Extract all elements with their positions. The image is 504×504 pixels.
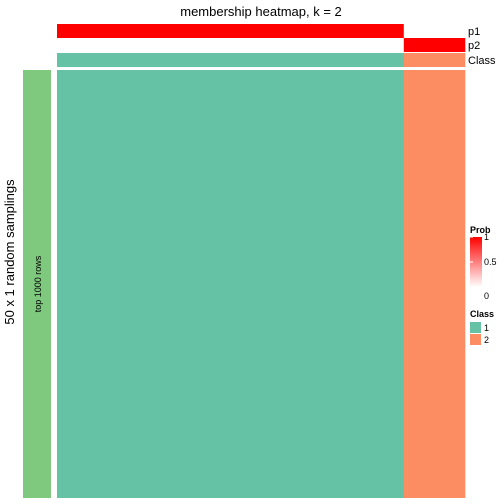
legend-class-entries: 12 [470,322,489,345]
anno-cell-p1-group-1 [57,24,405,38]
row-group-label: top 1000 rows [33,255,43,312]
anno-cell-class-group-1 [57,53,405,67]
annotation-labels: p1 p2 Class [468,26,496,67]
chart-title: membership heatmap, k = 2 [180,4,342,19]
legend-prob-tick-label: 0.5 [484,257,497,267]
anno-cell-p2-group-1 [57,38,405,52]
annotation-label-p2: p2 [468,40,480,52]
anno-cell-class-group-2 [403,53,466,67]
heatmap-block-group-1 [57,70,405,498]
annotation-label-p1: p1 [468,26,480,38]
legend-prob-tick-label: 0 [484,291,489,301]
heatmap-body [57,70,466,498]
row-title: 50 x 1 random samplings [2,179,17,325]
legend-class-swatch-2 [470,334,481,345]
legend-class-label-1: 1 [484,323,489,333]
legend-class-title: Class [470,309,494,319]
annotation-label-class: Class [468,55,496,67]
heatmap-block-group-2 [403,70,466,498]
legend-class-swatch-1 [470,322,481,333]
anno-cell-p2-group-2 [403,38,466,52]
legend-class-label-2: 2 [484,335,489,345]
annotation-rows [57,24,466,67]
anno-cell-p1-group-2 [403,24,466,38]
membership-heatmap: membership heatmap, k = 2 p1 p2 Class top … [2,4,497,498]
legend-prob-tick-label: 1 [484,232,489,242]
